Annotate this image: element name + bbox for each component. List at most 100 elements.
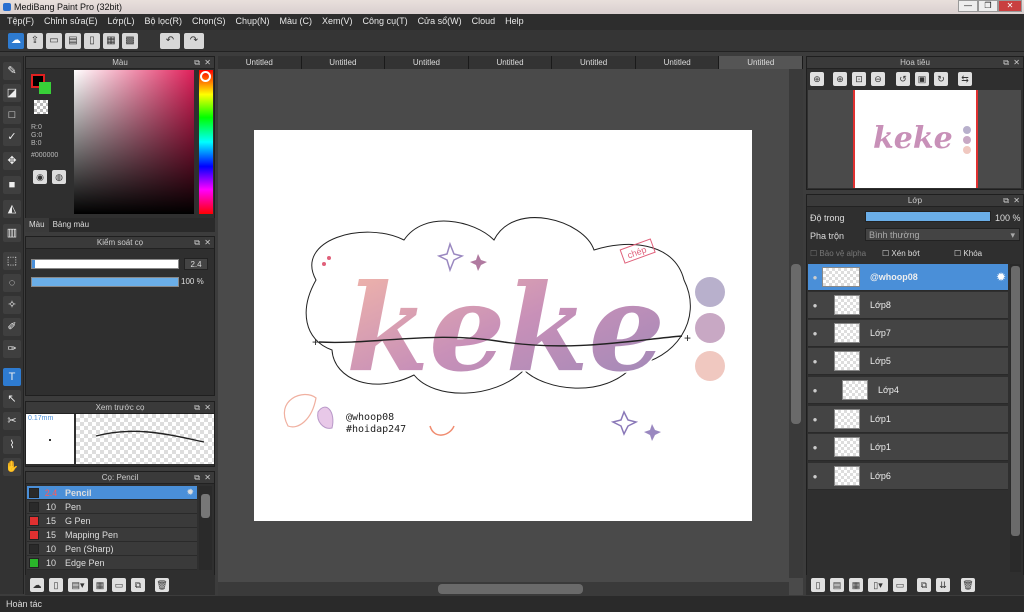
layer-row[interactable]: ● Lớp4 xyxy=(808,377,1008,404)
close-icon[interactable]: ✕ xyxy=(204,237,211,248)
menu-file[interactable]: Tệp(F) xyxy=(2,14,39,30)
undock-icon[interactable]: ⧉ xyxy=(194,402,200,413)
bucket-tool-icon[interactable]: ◭ xyxy=(3,200,21,218)
menu-filter[interactable]: Bộ lọc(R) xyxy=(139,14,187,30)
menu-select[interactable]: Chọn(S) xyxy=(187,14,231,30)
divide-tool-icon[interactable]: ✂ xyxy=(3,412,21,430)
minimize-button[interactable]: — xyxy=(958,0,978,12)
duplicate-icon[interactable]: ⧉ xyxy=(131,578,145,592)
tab-document[interactable]: Untitled xyxy=(468,56,553,69)
saturation-value-picker[interactable] xyxy=(74,70,194,214)
new-halftone-layer-icon[interactable]: ▤ xyxy=(830,578,844,592)
palette-icon[interactable]: ◉ xyxy=(33,170,47,184)
layout-icon[interactable]: ▩ xyxy=(122,33,138,49)
layer-row[interactable]: ● Lớp1 xyxy=(808,434,1008,461)
brush-settings-icon[interactable]: ▦ xyxy=(93,578,107,592)
menu-cloud[interactable]: Cloud xyxy=(467,14,501,30)
menu-color[interactable]: Màu (C) xyxy=(275,14,318,30)
brush-item-g-pen[interactable]: 15 G Pen xyxy=(27,514,197,528)
select-tool-icon[interactable]: ⬚ xyxy=(3,252,21,270)
blend-mode-select[interactable]: Bình thường ▾ xyxy=(865,228,1020,241)
hue-slider[interactable] xyxy=(199,70,213,214)
eye-icon[interactable]: ● xyxy=(808,472,822,481)
menu-tools[interactable]: Công cụ(T) xyxy=(358,14,413,30)
document-icon[interactable]: ▯ xyxy=(84,33,100,49)
tab-document[interactable]: Untitled xyxy=(635,56,720,69)
close-icon[interactable]: ✕ xyxy=(204,402,211,413)
gear-icon[interactable]: ✹ xyxy=(186,487,194,498)
text-tool-icon[interactable]: T xyxy=(3,368,21,386)
layer-row[interactable]: ● @whoop08 ✹ xyxy=(808,264,1008,291)
layer-row[interactable]: ● Lớp6 xyxy=(808,463,1008,490)
maximize-button[interactable]: ❐ xyxy=(978,0,998,12)
zoom-out-icon[interactable]: ⊖ xyxy=(871,72,885,86)
add-layer-menu-icon[interactable]: ▯▾ xyxy=(868,578,888,592)
clip-checkbox[interactable]: ☐ Xén bớt xyxy=(882,249,954,258)
brush-item-pen[interactable]: 10 Pen xyxy=(27,500,197,514)
magic-wand-icon[interactable]: ✧ xyxy=(3,296,21,314)
brush-size-value[interactable]: 2.4 xyxy=(184,258,208,270)
chat-icon[interactable]: ▤ xyxy=(65,33,81,49)
rotate-right-icon[interactable]: ↻ xyxy=(934,72,948,86)
trash-icon[interactable]: 🗑 xyxy=(155,578,169,592)
zoom-in-icon[interactable]: ⊕ xyxy=(810,72,824,86)
horizontal-scrollbar[interactable] xyxy=(218,582,789,596)
menu-edit[interactable]: Chỉnh sửa(E) xyxy=(39,14,103,30)
grid-icon[interactable]: ▦ xyxy=(103,33,119,49)
tab-document[interactable]: Untitled xyxy=(301,56,386,69)
lock-checkbox[interactable]: ☐ Khóa xyxy=(954,249,982,258)
cloud-icon[interactable]: ☁ xyxy=(8,33,24,49)
select-pen-icon[interactable]: ✐ xyxy=(3,318,21,336)
undock-icon[interactable]: ⧉ xyxy=(194,237,200,248)
close-icon[interactable]: ✕ xyxy=(1013,57,1020,68)
tab-color[interactable]: Màu xyxy=(25,218,49,232)
tab-document[interactable]: Untitled xyxy=(385,56,469,69)
eye-icon[interactable]: ● xyxy=(808,329,822,338)
brush-list-scrollbar[interactable] xyxy=(199,486,212,570)
eye-icon[interactable]: ● xyxy=(808,443,822,452)
close-icon[interactable]: ✕ xyxy=(204,472,211,483)
rotate-left-icon[interactable]: ↺ xyxy=(896,72,910,86)
vertical-scrollbar[interactable] xyxy=(789,69,803,578)
eraser-tool-icon[interactable]: ◪ xyxy=(3,84,21,102)
layer-row[interactable]: ● Lớp5 xyxy=(808,348,1008,375)
menu-layer[interactable]: Lớp(L) xyxy=(103,14,140,30)
undock-icon[interactable]: ⧉ xyxy=(1003,57,1009,68)
comment-icon[interactable]: ▭ xyxy=(46,33,62,49)
horizontal-scroll-thumb[interactable] xyxy=(438,584,583,594)
eye-icon[interactable]: ● xyxy=(808,386,822,395)
close-button[interactable]: ✕ xyxy=(998,0,1022,12)
navigator-view[interactable]: keke xyxy=(808,90,1021,188)
secondary-color-swatch[interactable] xyxy=(39,82,51,94)
new-8bit-layer-icon[interactable]: ▦ xyxy=(849,578,863,592)
eye-icon[interactable]: ● xyxy=(808,301,822,310)
tab-document[interactable]: Untitled xyxy=(218,56,302,69)
zoom-in-alt-icon[interactable]: ⊕ xyxy=(833,72,847,86)
flip-icon[interactable]: ⇆ xyxy=(958,72,972,86)
new-layer-icon[interactable]: ▯ xyxy=(811,578,825,592)
fit-icon[interactable]: ⊡ xyxy=(852,72,866,86)
gradient-tool-icon[interactable]: ▥ xyxy=(3,224,21,242)
eye-icon[interactable]: ● xyxy=(808,357,822,366)
tab-document-active[interactable]: Untitled xyxy=(719,56,804,69)
vertical-scroll-thumb[interactable] xyxy=(791,264,801,424)
dot-tool-icon[interactable]: ✓ xyxy=(3,128,21,146)
menu-view[interactable]: Xem(V) xyxy=(317,14,358,30)
undock-icon[interactable]: ⧉ xyxy=(1003,195,1009,206)
menu-help[interactable]: Help xyxy=(500,14,529,30)
duplicate-layer-icon[interactable]: ⧉ xyxy=(917,578,931,592)
menu-snap[interactable]: Chụp(N) xyxy=(231,14,275,30)
add-brush-icon[interactable]: ▤▾ xyxy=(68,578,88,592)
new-brush-icon[interactable]: ▯ xyxy=(49,578,63,592)
brush-item-pen-sharp[interactable]: 10 Pen (Sharp) xyxy=(27,542,197,556)
select-eraser-icon[interactable]: ✑ xyxy=(3,340,21,358)
eye-icon[interactable]: ● xyxy=(808,273,822,282)
undock-icon[interactable]: ⧉ xyxy=(194,472,200,483)
operation-tool-icon[interactable]: ↖ xyxy=(3,390,21,408)
undo-icon[interactable]: ↶ xyxy=(160,33,180,49)
brush-opacity-slider[interactable] xyxy=(31,277,179,287)
shape-tool-icon[interactable]: □ xyxy=(3,106,21,124)
brush-size-slider[interactable] xyxy=(31,259,179,269)
eyedropper-icon[interactable]: ⌇ xyxy=(3,436,21,454)
brush-item-mapping-pen[interactable]: 15 Mapping Pen xyxy=(27,528,197,542)
